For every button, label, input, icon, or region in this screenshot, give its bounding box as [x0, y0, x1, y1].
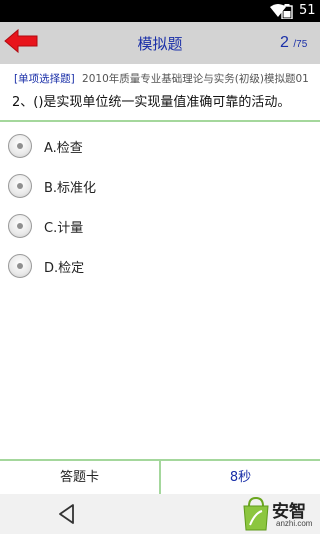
timer: 8秒 [229, 470, 252, 485]
battery-icon [281, 4, 293, 19]
option-a[interactable]: A.检查 [0, 130, 320, 164]
option-b[interactable]: B.标准化 [0, 170, 320, 204]
current-question-number: 2 [280, 34, 289, 51]
battery-level: 51 [299, 3, 316, 18]
divider [0, 120, 320, 122]
question-text: 2、()是实现单位统一实现量值准确可靠的活动。 [12, 95, 291, 110]
anzhi-logo-icon [243, 497, 269, 531]
radio-button-icon[interactable] [8, 134, 32, 158]
page-title: 模拟题 [137, 35, 183, 53]
question-meta: [单项选择题] 2010年质量专业基础理论与实务(初级)模拟题01 [14, 71, 320, 86]
question-type: [单项选择题] [14, 73, 75, 85]
option-label: D.检定 [44, 261, 85, 276]
nav-back-icon[interactable] [56, 503, 78, 525]
question-counter: 2 /75 [280, 34, 307, 52]
radio-button-icon[interactable] [8, 214, 32, 238]
radio-button-icon[interactable] [8, 174, 32, 198]
question-source: 2010年质量专业基础理论与实务(初级)模拟题01 [82, 73, 309, 85]
radio-button-icon[interactable] [8, 254, 32, 278]
option-label: C.计量 [44, 221, 84, 236]
option-c[interactable]: C.计量 [0, 210, 320, 244]
watermark-url: anzhi.com [276, 519, 313, 528]
status-bar: 51 [0, 0, 320, 22]
answer-card-button[interactable]: 答题卡 [0, 461, 159, 494]
header: 模拟题 2 /75 [0, 22, 320, 64]
total-questions: /75 [293, 39, 308, 50]
bottom-bar: 答题卡 8秒 [0, 461, 320, 494]
option-label: A.检查 [44, 141, 83, 156]
option-d[interactable]: D.检定 [0, 250, 320, 284]
option-label: B.标准化 [44, 181, 97, 196]
